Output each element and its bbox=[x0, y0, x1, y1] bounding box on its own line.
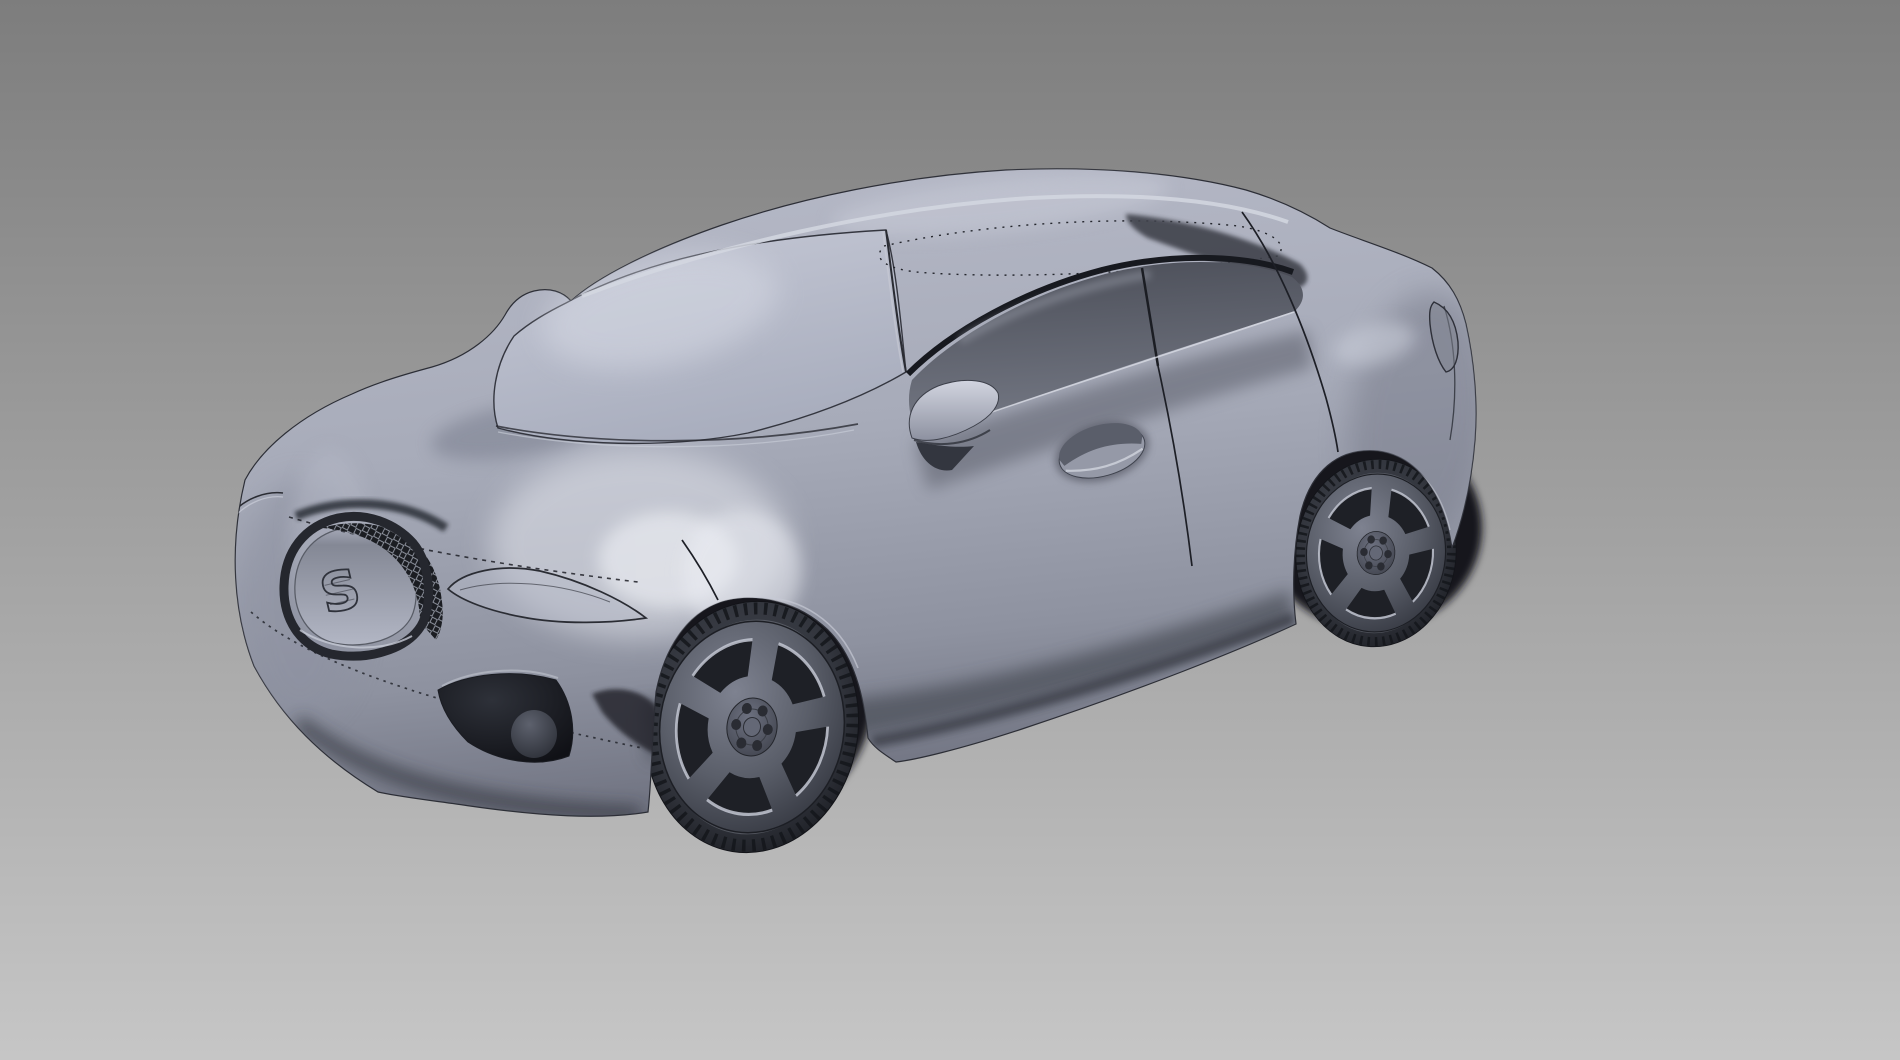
car-render-canvas: S bbox=[0, 0, 1900, 1060]
3d-viewport[interactable]: S bbox=[0, 0, 1900, 1060]
fog-lamp bbox=[511, 710, 557, 758]
